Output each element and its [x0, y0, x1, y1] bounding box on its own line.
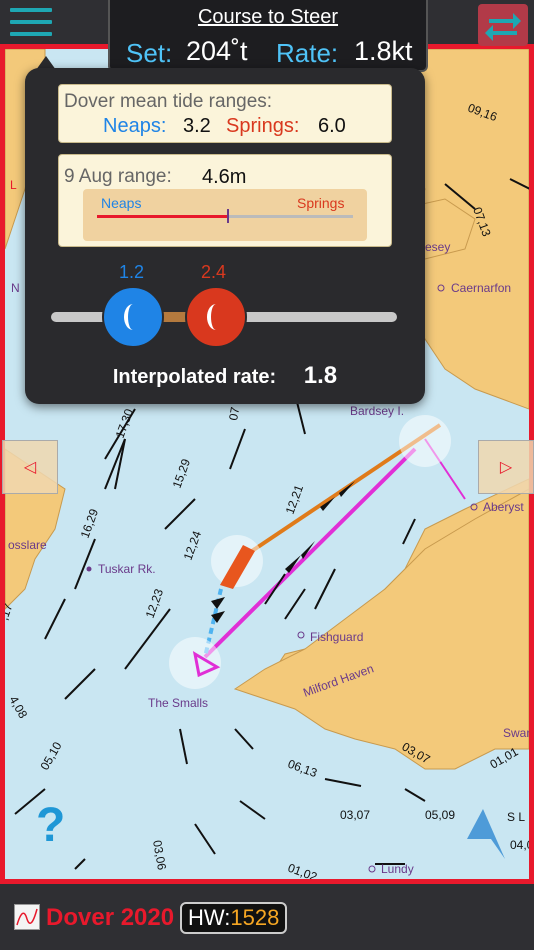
neaps-value: 3.2	[183, 115, 211, 137]
hw-value: 1528	[230, 905, 280, 930]
tide-num-1221: 12,21	[283, 483, 307, 516]
springs-label: Springs:	[226, 115, 300, 137]
label-aberystwyth: Aberyst	[483, 500, 524, 514]
label-fishguard: Fishguard	[310, 630, 363, 644]
smalls-halo	[169, 637, 221, 689]
label-smalls: The Smalls	[148, 696, 208, 710]
tide-num-0510: 05,10	[37, 739, 64, 772]
bar-springs-label: Springs	[297, 195, 345, 211]
compass-arrow	[467, 809, 505, 859]
interp-label: Interpolated rate:	[112, 366, 277, 388]
range-bar-fill	[97, 215, 227, 218]
label-swansea: Swan	[503, 726, 529, 740]
port-name[interactable]: Dover 2020	[46, 904, 174, 932]
app-root: 09,16 07,13 17,30 15,29 16,29 12,21 12,2…	[0, 0, 534, 950]
triangle-right-icon: ▷	[499, 459, 513, 476]
help-icon[interactable]: ?	[36, 798, 65, 853]
interp-value: 1.8	[303, 362, 338, 389]
tide-range-popover: Dover mean tide ranges: Neaps: 3.2 Sprin…	[25, 68, 425, 404]
course-to-steer-panel: Course to Steer Set: 204˚t Rate: 1.8kt	[108, 0, 428, 72]
tide-graph-icon[interactable]	[14, 904, 40, 930]
tide-num-1529: 15,29	[170, 457, 194, 490]
range-label: 9 Aug range:	[64, 166, 172, 187]
tide-num-1224: 12,24	[181, 529, 205, 562]
range-bar-marker	[227, 209, 229, 223]
high-water-box[interactable]: HW:1528	[180, 902, 288, 934]
label-anglesey: esey	[425, 240, 450, 254]
tide-num-1629: 16,29	[78, 507, 102, 540]
neaps-label: Neaps:	[103, 115, 167, 137]
hw-label: HW:	[188, 905, 231, 930]
tide-num-0102: 01,02	[286, 861, 319, 879]
springs-knob[interactable]	[185, 286, 247, 348]
set-label: Set:	[126, 38, 173, 68]
menu-button[interactable]	[10, 8, 52, 40]
swap-arrows-icon	[485, 13, 521, 41]
bottom-bar: Dover 2020 HW:1528	[0, 884, 534, 950]
rate-value: 1.8kt	[354, 36, 413, 66]
tide-num-040: 04,0	[510, 838, 529, 852]
tide-num-0613: 06,13	[286, 757, 319, 781]
range-bar-box: Neaps Springs	[83, 189, 367, 241]
swap-button[interactable]	[478, 4, 528, 46]
range-value: 4.6m	[202, 166, 247, 188]
bar-neaps-label: Neaps	[101, 195, 142, 211]
rate-label: Rate:	[276, 38, 339, 68]
label-caernarfon: Caernarfon	[451, 281, 511, 295]
label-rosslare: osslare	[8, 538, 47, 552]
end-halo	[399, 415, 451, 467]
tide-num-0307b: 03,07	[340, 808, 370, 822]
menu-bar-1	[10, 8, 52, 12]
triangle-left-icon: ◁	[23, 459, 37, 476]
prev-time-button[interactable]: ◁	[2, 440, 58, 494]
springs-knob-value: 2.4	[201, 262, 227, 282]
tide-num-1223: 12,23	[143, 587, 167, 620]
label-bardsey: Bardsey I.	[350, 404, 404, 418]
menu-bar-3	[10, 32, 52, 36]
tide-num-1730: 17,30	[113, 407, 137, 440]
label-lundy: Lundy	[381, 862, 414, 876]
label-sl: S L	[507, 810, 525, 824]
neaps-knob[interactable]	[102, 286, 164, 348]
label-L: L	[10, 178, 17, 192]
label-N: N	[11, 281, 20, 295]
tide-num-408: 4,08	[6, 694, 30, 722]
tide-num-07: 07	[226, 406, 242, 422]
next-time-button[interactable]: ▷	[478, 440, 534, 494]
date-range-box: 9 Aug range: 4.6m Neaps Springs	[58, 154, 392, 247]
set-value: 204˚t	[186, 36, 248, 66]
tide-num-0509: 05,09	[425, 808, 455, 822]
menu-bar-2	[10, 20, 52, 24]
mean-tide-box: Dover mean tide ranges: Neaps: 3.2 Sprin…	[58, 84, 392, 143]
tide-num-0306: 03,06	[150, 839, 169, 871]
neaps-knob-value: 1.2	[119, 262, 145, 282]
interpolated-rate: Interpolated rate: 1.8	[25, 362, 425, 390]
label-tuskar: Tuskar Rk.	[98, 562, 156, 576]
course-title[interactable]: Course to Steer	[110, 6, 426, 29]
springs-value: 6.0	[318, 115, 346, 137]
mean-tide-title: Dover mean tide ranges:	[64, 91, 273, 112]
